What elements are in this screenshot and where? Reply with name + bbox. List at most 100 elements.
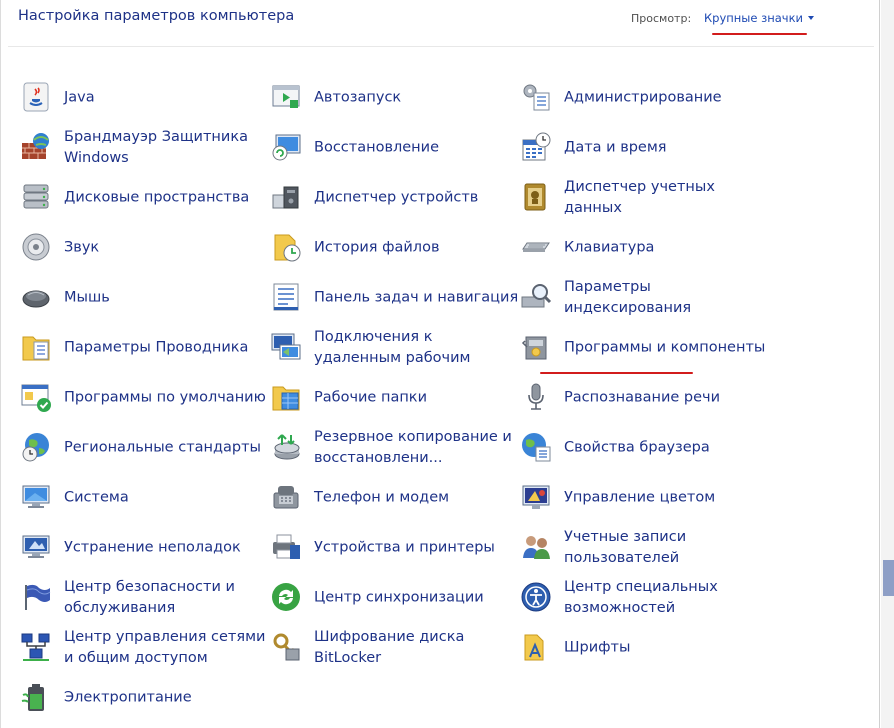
control-panel-item-label: Java [64, 89, 95, 106]
control-panel-item-label: Автозапуск [314, 89, 402, 106]
control-panel-item-label: Устройства и принтеры [314, 539, 495, 556]
control-panel-item-label: Клавиатура [564, 239, 655, 256]
control-panel-item-label: Распознавание речи [564, 389, 721, 406]
sync-icon [270, 581, 302, 613]
control-panel-item[interactable]: Брандмауэр Защитника Windows [20, 125, 260, 171]
java-icon [20, 81, 52, 113]
control-panel-item[interactable]: Программы и компоненты [520, 325, 765, 371]
control-panel-item-label: Центр синхронизации [314, 589, 484, 606]
control-panel-item[interactable]: Центр управления сетями и общим доступом [20, 625, 265, 671]
control-panel-item[interactable]: Резервное копирование и восстановлени... [270, 425, 512, 471]
user-accounts-icon [520, 531, 552, 563]
folder-options-icon [20, 331, 52, 363]
keyboard-icon [520, 231, 552, 263]
control-panel-item[interactable]: Дата и время [520, 125, 760, 171]
control-panel-item[interactable]: Телефон и модем [270, 475, 510, 521]
background-window-edge [881, 0, 894, 728]
backup-icon [270, 431, 302, 463]
control-panel-item[interactable]: Центр безопасности и обслуживания [20, 575, 260, 621]
internet-options-icon [520, 431, 552, 463]
control-panel-item[interactable]: Клавиатура [520, 225, 760, 271]
mouse-icon [20, 281, 52, 313]
control-panel-item-label: Рабочие папки [314, 389, 427, 406]
control-panel-item-label: Программы по умолчанию [64, 389, 266, 406]
control-panel-item[interactable]: Программы по умолчанию [20, 375, 266, 421]
credential-manager-icon [520, 181, 552, 213]
admin-tools-icon [520, 81, 552, 113]
header-divider [8, 46, 874, 47]
control-panel-item[interactable]: Свойства браузера [520, 425, 760, 471]
date-time-icon [520, 131, 552, 163]
control-panel-item[interactable]: Восстановление [270, 125, 510, 171]
control-panel-item[interactable]: Центр синхронизации [270, 575, 510, 621]
printer-icon [270, 531, 302, 563]
control-panel-item[interactable]: Шифрование диска BitLocker [270, 625, 510, 671]
annotation-underline-view [712, 33, 807, 35]
control-panel-item[interactable]: Панель задач и навигация [270, 275, 518, 321]
default-programs-icon [20, 381, 52, 413]
control-panel-item[interactable]: Учетные записи пользователей [520, 525, 760, 571]
control-panel-item-label: Администрирование [564, 89, 722, 106]
control-panel-item[interactable]: Администрирование [520, 75, 760, 121]
control-panel-item[interactable]: Подключения к удаленным рабочим [270, 325, 510, 371]
control-panel-item-label: Учетные записи пользователей [564, 529, 687, 566]
region-icon [20, 431, 52, 463]
speaker-icon [20, 231, 52, 263]
header: Настройка параметров компьютера Просмотр… [0, 0, 880, 46]
background-window-accent [883, 560, 894, 596]
autoplay-icon [270, 81, 302, 113]
view-by-dropdown[interactable]: Крупные значки [704, 11, 815, 25]
annotation-underline-programs [540, 372, 693, 374]
control-panel-item[interactable]: Параметры индексирования [520, 275, 760, 321]
network-icon [20, 631, 52, 663]
control-panel-item[interactable]: Java [20, 75, 260, 121]
control-panel-item[interactable]: Региональные стандарты [20, 425, 261, 471]
control-panel-item-label: Диспетчер учетных данных [564, 179, 715, 216]
control-panel-item[interactable]: Диспетчер учетных данных [520, 175, 760, 221]
control-panel-item-label: Брандмауэр Защитника Windows [64, 129, 248, 166]
remote-desktop-icon [270, 331, 302, 363]
control-panel-item[interactable]: Распознавание речи [520, 375, 760, 421]
page-title: Настройка параметров компьютера [18, 8, 295, 24]
control-panel-item[interactable]: Автозапуск [270, 75, 510, 121]
control-panel-item-label: Система [64, 489, 129, 506]
control-panel-item[interactable]: Электропитание [20, 675, 260, 721]
control-panel-item-label: Восстановление [314, 139, 440, 156]
programs-features-icon [520, 331, 552, 363]
color-management-icon [520, 481, 552, 513]
control-panel-item-label: Панель задач и навигация [314, 289, 519, 306]
control-panel-item[interactable]: Рабочие папки [270, 375, 510, 421]
control-panel-item[interactable]: Параметры Проводника [20, 325, 260, 371]
control-panel-item-label: Шифрование диска BitLocker [314, 629, 465, 666]
control-panel-item[interactable]: История файлов [270, 225, 510, 271]
control-panel-item[interactable]: Мышь [20, 275, 260, 321]
phone-modem-icon [270, 481, 302, 513]
control-panel-item-label: Дисковые пространства [64, 189, 250, 206]
control-panel-item-label: Шрифты [564, 639, 631, 656]
control-panel-item[interactable]: Управление цветом [520, 475, 760, 521]
control-panel-item-label: Параметры Проводника [64, 339, 249, 356]
view-by-label: Просмотр: [631, 12, 692, 25]
control-panel-item[interactable]: Звук [20, 225, 260, 271]
control-panel-item-label: Электропитание [64, 689, 192, 706]
control-panel-item[interactable]: Шрифты [520, 625, 760, 671]
firewall-icon [20, 131, 52, 163]
recovery-icon [270, 131, 302, 163]
control-panel-item-label: Звук [64, 239, 100, 256]
control-panel-item-label: Центр безопасности и обслуживания [64, 579, 235, 616]
ease-of-access-icon [520, 581, 552, 613]
control-panel-item-label: Параметры индексирования [564, 279, 692, 316]
control-panel-item[interactable]: Система [20, 475, 260, 521]
file-history-icon [270, 231, 302, 263]
control-panel-item[interactable]: Устранение неполадок [20, 525, 260, 571]
system-icon [20, 481, 52, 513]
control-panel-item[interactable]: Диспетчер устройств [270, 175, 510, 221]
troubleshooting-icon [20, 531, 52, 563]
device-manager-icon [270, 181, 302, 213]
control-panel-item[interactable]: Устройства и принтеры [270, 525, 510, 571]
control-panel-item-label: Программы и компоненты [564, 339, 766, 356]
control-panel-item[interactable]: Центр специальных возможностей [520, 575, 760, 621]
control-panel-item[interactable]: Дисковые пространства [20, 175, 260, 221]
control-panel-item-label: Региональные стандарты [64, 439, 262, 456]
storage-spaces-icon [20, 181, 52, 213]
